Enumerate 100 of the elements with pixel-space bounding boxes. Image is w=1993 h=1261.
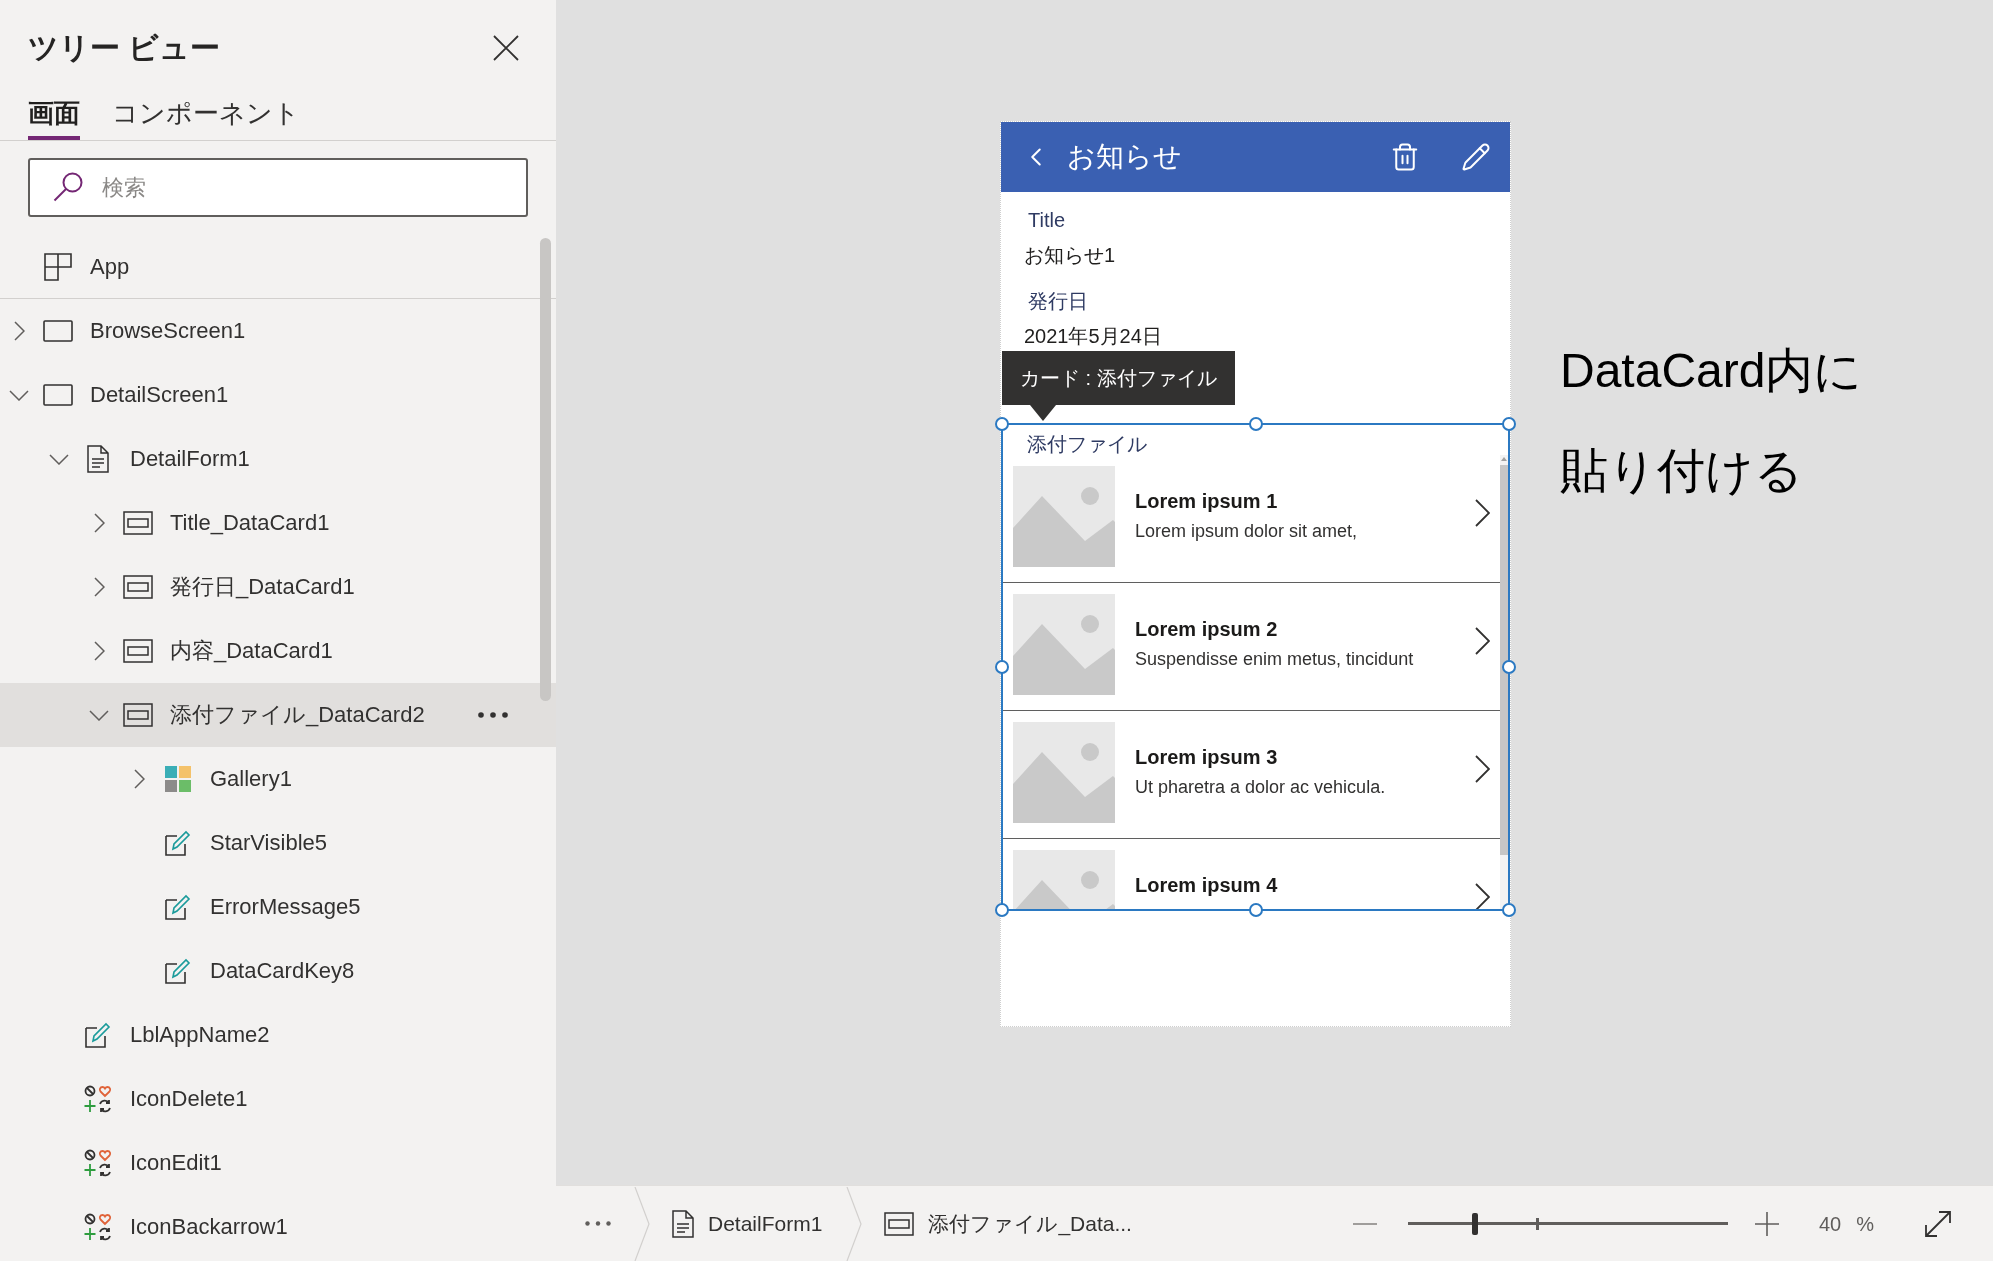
tree-item[interactable]: DetailScreen1 (0, 363, 556, 427)
resize-handle[interactable] (1248, 903, 1263, 917)
more-icon[interactable] (478, 712, 508, 718)
tree-item[interactable]: LblAppName2 (0, 1003, 556, 1067)
pencil-box-icon (165, 958, 191, 984)
pencil-box-icon (165, 894, 191, 920)
data-card[interactable]: 添付ファイル Lorem ipsum 1 Lorem ipsum dolor sit amet, Lorem ipsum 2 Suspendisse enim metus, tincidunt Lorem ipsum 3 Ut pharetra a dolor ac vehicula. Lorem ipsum 4 (1001, 423, 1510, 911)
item-subtitle: Suspendisse enim metus, tincidunt (1135, 648, 1414, 671)
chevron-down-icon[interactable] (9, 389, 29, 401)
resize-handle[interactable] (995, 903, 1009, 917)
item-title: Lorem ipsum 2 (1135, 617, 1278, 642)
pointer-triangle-icon (1030, 405, 1056, 421)
tree-item[interactable]: ErrorMessage5 (0, 875, 556, 939)
pencil-icon[interactable] (1461, 142, 1491, 172)
chevron-right-icon[interactable] (1475, 755, 1490, 783)
resize-handle[interactable] (995, 417, 1009, 431)
gallery-icon (165, 766, 191, 792)
icon-set-icon (84, 1213, 112, 1241)
field-label: 発行日 (1028, 289, 1088, 314)
document-icon (87, 445, 109, 473)
icon-set-icon (84, 1149, 112, 1177)
zoom-in-button[interactable] (1754, 1211, 1779, 1236)
chevron-down-icon[interactable] (89, 709, 109, 721)
resize-handle[interactable] (1502, 660, 1516, 674)
screen-icon (43, 320, 73, 342)
tooltip: カード : 添付ファイル (1002, 351, 1235, 405)
chevron-right-icon[interactable] (93, 641, 105, 661)
breadcrumb-separator-icon (846, 1186, 863, 1261)
document-icon (672, 1209, 694, 1238)
close-icon (493, 34, 519, 61)
card-icon (123, 639, 153, 663)
close-button[interactable] (492, 33, 520, 62)
resize-handle[interactable] (1248, 417, 1263, 431)
slider-thumb[interactable] (1472, 1212, 1479, 1235)
resize-handle[interactable] (1502, 417, 1516, 431)
tree-item[interactable]: DataCardKey8 (0, 939, 556, 1003)
chevron-right-icon[interactable] (13, 321, 25, 341)
zoom-value: 40 (1818, 1211, 1842, 1237)
zoom-slider[interactable] (1407, 1211, 1728, 1236)
chevron-right-icon[interactable] (93, 577, 105, 597)
field-label: Title (1028, 208, 1066, 233)
tab[interactable]: 画面 (28, 95, 80, 140)
item-title: Lorem ipsum 4 (1135, 873, 1278, 898)
expand-icon (1924, 1209, 1952, 1238)
screen-icon (43, 384, 73, 406)
more-icon (585, 1221, 611, 1226)
resize-handle[interactable] (995, 660, 1009, 674)
search-icon (53, 172, 83, 202)
note-text: 貼り付ける (1560, 443, 1803, 499)
item-title: Lorem ipsum 1 (1135, 489, 1278, 514)
item-subtitle: Lorem ipsum dolor sit amet, (1135, 520, 1358, 543)
scrollbar-thumb[interactable] (540, 238, 551, 701)
pencil-box-icon (165, 830, 191, 856)
item-title: Lorem ipsum 3 (1135, 745, 1278, 770)
slider-tick-icon (1535, 1217, 1539, 1230)
tab[interactable]: コンポーネント (112, 95, 300, 140)
minus-icon (1352, 1222, 1377, 1225)
tree-item[interactable]: IconDelete1 (0, 1067, 556, 1131)
field-value: 2021年5月24日 (1024, 324, 1162, 349)
item-subtitle: Ut pharetra a dolor ac vehicula. (1135, 776, 1386, 799)
pencil-box-icon (85, 1022, 111, 1048)
app-grid-icon (44, 252, 72, 281)
tree-item[interactable]: StarVisible5 (0, 811, 556, 875)
tree-item[interactable]: Title_DataCard1 (0, 491, 556, 555)
tree-item[interactable]: Gallery1 (0, 747, 556, 811)
tree-item[interactable]: 添付ファイル_DataCard2 (0, 683, 556, 747)
gallery-item[interactable]: Lorem ipsum 4 (1003, 839, 1500, 909)
tree-item[interactable]: 内容_DataCard1 (0, 619, 556, 683)
breadcrumb[interactable]: DetailForm1 (672, 1209, 823, 1238)
card-icon (123, 703, 153, 727)
chevron-right-icon[interactable] (1475, 499, 1490, 527)
fit-screen-button[interactable] (1924, 1209, 1952, 1238)
panel-title: ツリー ビュー (28, 29, 221, 66)
screen-title: お知らせ (1067, 140, 1182, 174)
gallery-item[interactable]: Lorem ipsum 1 Lorem ipsum dolor sit amet, (1003, 455, 1500, 583)
plus-icon (1754, 1211, 1779, 1236)
chevron-down-icon[interactable] (49, 453, 69, 465)
search-field[interactable]: 検索 (28, 158, 528, 217)
card-icon (123, 575, 153, 599)
tree-item[interactable]: DetailForm1 (0, 427, 556, 491)
tree-item[interactable]: IconBackarrow1 (0, 1195, 556, 1259)
gallery-item[interactable]: Lorem ipsum 2 Suspendisse enim metus, tincidunt (1003, 583, 1500, 711)
card-icon (884, 1211, 915, 1236)
tree-item[interactable]: IconEdit1 (0, 1131, 556, 1195)
field-value: お知らせ1 (1024, 243, 1116, 268)
card-icon (123, 511, 153, 535)
tree-item[interactable]: 発行日_DataCard1 (0, 555, 556, 619)
chevron-right-icon[interactable] (1475, 627, 1490, 655)
resize-handle[interactable] (1502, 903, 1516, 917)
gallery-item[interactable]: Lorem ipsum 3 Ut pharetra a dolor ac vehicula. (1003, 711, 1500, 839)
breadcrumb[interactable]: 添付ファイル_Data... (884, 1209, 1132, 1238)
zoom-unit: % (1856, 1211, 1874, 1237)
note-text: DataCard内に (1560, 343, 1863, 399)
chevron-right-icon[interactable] (1475, 883, 1490, 909)
icon-set-icon (84, 1085, 112, 1113)
tree-item[interactable]: BrowseScreen1 (0, 299, 556, 363)
trash-icon[interactable] (1390, 142, 1420, 172)
breadcrumb-separator-icon (634, 1186, 650, 1261)
chevron-right-icon[interactable] (133, 769, 145, 789)
chevron-right-icon[interactable] (93, 513, 105, 533)
